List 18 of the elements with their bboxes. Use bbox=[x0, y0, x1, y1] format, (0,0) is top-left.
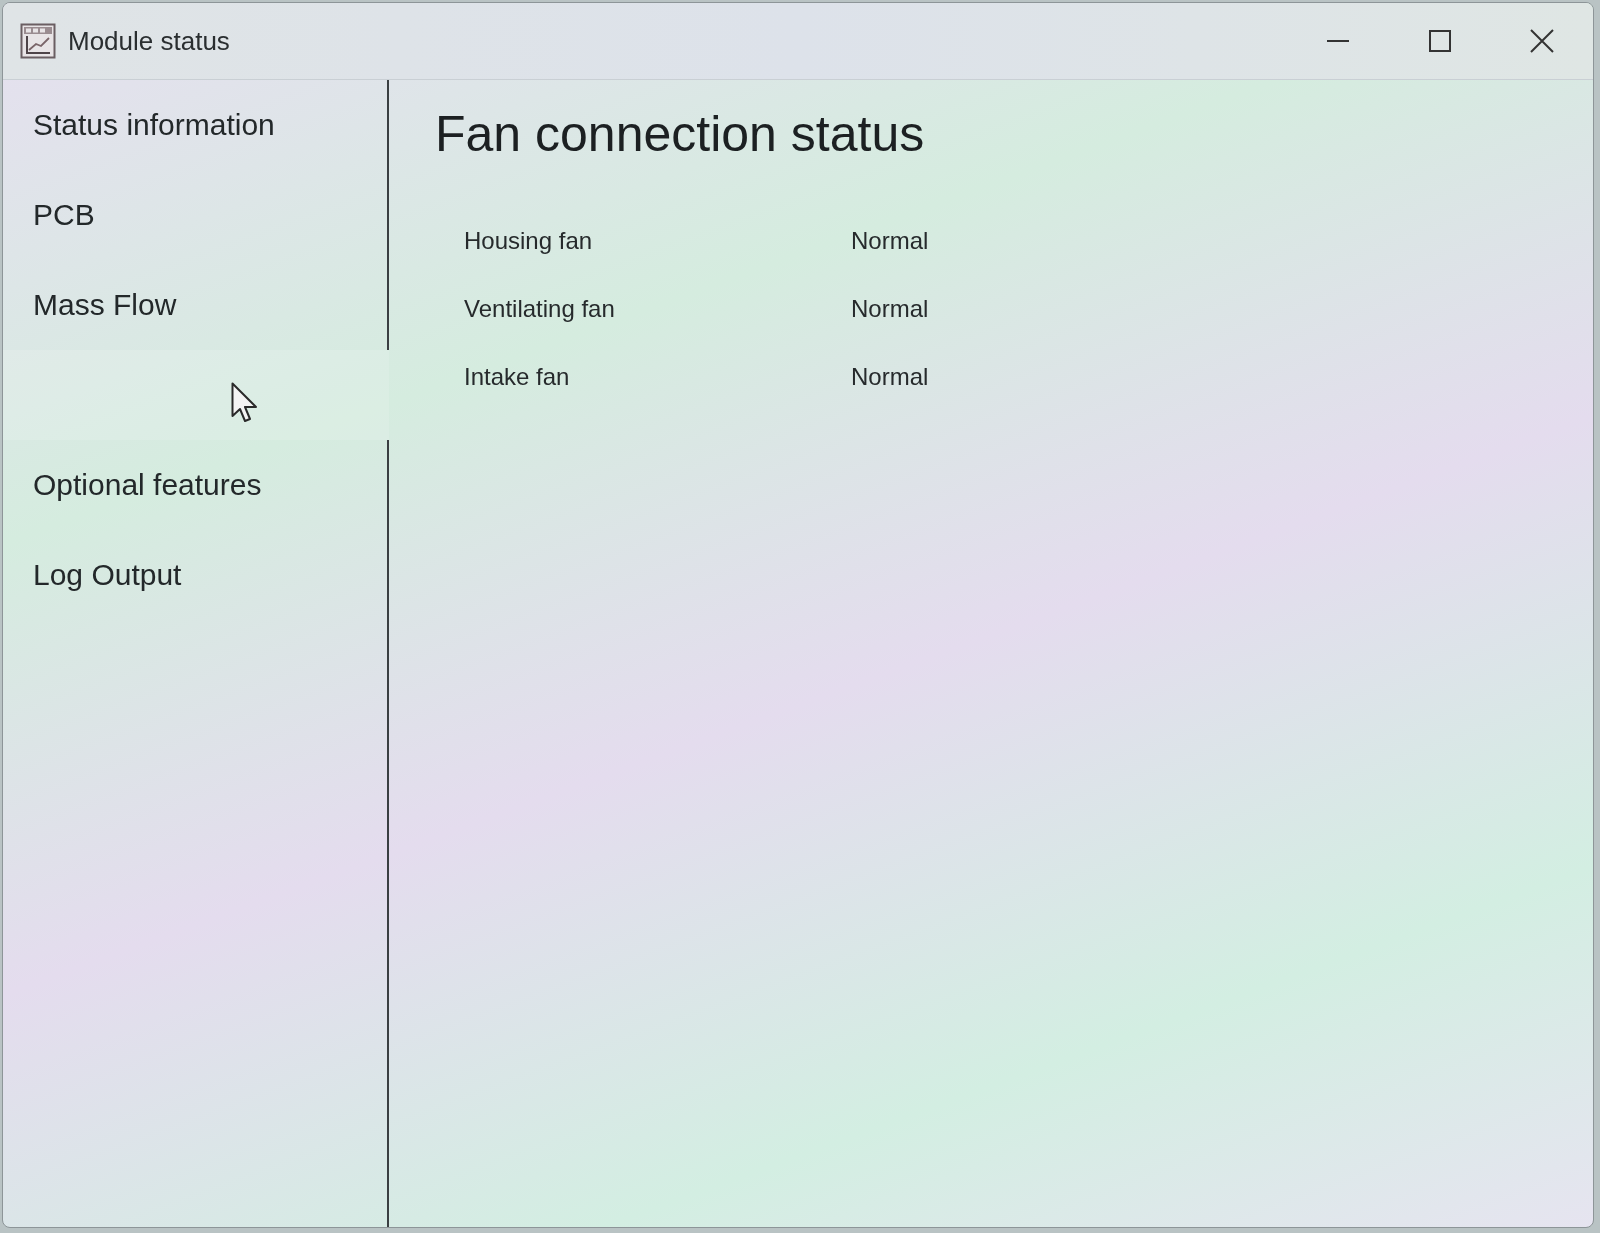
sidebar-item[interactable] bbox=[3, 350, 389, 440]
close-icon bbox=[1530, 29, 1554, 53]
sidebar-item[interactable]: Mass Flow bbox=[3, 260, 389, 350]
sidebar-item[interactable]: Status information bbox=[3, 80, 389, 170]
fan-name: Housing fan bbox=[464, 226, 593, 256]
sidebar-item[interactable]: Optional features bbox=[3, 440, 389, 530]
minimize-icon bbox=[1327, 40, 1349, 42]
fan-name: Ventilating fan bbox=[464, 294, 615, 324]
maximize-icon bbox=[1429, 30, 1451, 52]
window-title: Module status bbox=[68, 25, 230, 57]
sidebar-item[interactable]: Log Output bbox=[3, 530, 389, 620]
sidebar-item[interactable]: PCB bbox=[3, 170, 389, 260]
fan-status: Normal bbox=[851, 226, 929, 256]
fan-name: Intake fan bbox=[464, 362, 570, 392]
fan-status: Normal bbox=[851, 294, 929, 324]
section-heading: Fan connection status bbox=[435, 105, 925, 164]
chart-window-icon bbox=[20, 23, 56, 59]
fan-status: Normal bbox=[851, 362, 929, 392]
